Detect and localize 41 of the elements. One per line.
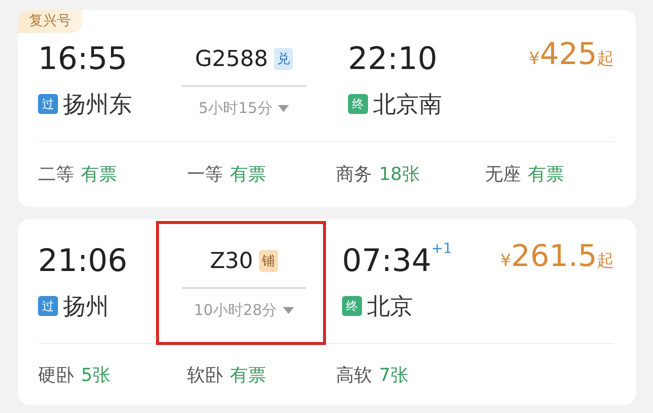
price: 261.5 [511,239,597,274]
train-number: Z30 [210,248,254,274]
station-tag: 终 [348,94,368,114]
departure-time: 16:55 [38,40,128,79]
train-tag: 兑 [274,48,294,70]
price: 425 [540,37,597,72]
station-tag: 终 [342,296,362,316]
station-tag: 过 [38,296,58,316]
seat-availability: 有票 [81,163,117,186]
seat-availability: 18张 [379,163,420,186]
arrival-station: 北京南 [373,90,442,120]
departure-station: 扬州东 [63,90,132,120]
currency-sign: ¥ [528,49,540,69]
seat-class: 无座 [485,163,521,186]
train-tag: 铺 [259,250,278,272]
arrival-time: 07:34 [342,242,432,281]
station-tag: 过 [38,94,58,114]
arrival-station: 北京 [367,292,413,322]
seat-class: 商务 [336,163,372,186]
price-suffix: 起 [597,48,614,70]
seat-availability: 有票 [230,364,266,386]
caret-icon [283,306,294,314]
seat-availability: 有票 [230,163,266,186]
departure-station: 扬州 [63,292,109,322]
caret-icon [278,104,290,112]
train-number: G2588 [194,46,268,72]
seat-class: 硬卧 [38,364,74,386]
seat-class: 一等 [187,163,223,186]
price-suffix: 起 [597,250,614,272]
day-offset: +1 [431,241,452,257]
seat-class: 高软 [336,364,372,386]
seat-class: 二等 [38,163,74,186]
seat-availability: 5张 [81,364,110,386]
train-type-badge: 复兴号 [18,10,82,33]
train-card[interactable]: 复兴号 16:55 过 扬州东 G2588 兑 5小时15分 22:10 终 北京南 ¥425起 二等 有票 一等 有票 商务 18张 无座 有票 [18,10,636,207]
seat-availability: 有票 [528,163,564,186]
arrival-time: 22:10 [348,40,438,79]
seat-availability: 7张 [379,364,408,386]
currency-sign: ¥ [500,251,512,271]
departure-time: 21:06 [38,242,128,281]
seat-class: 软卧 [187,364,223,386]
